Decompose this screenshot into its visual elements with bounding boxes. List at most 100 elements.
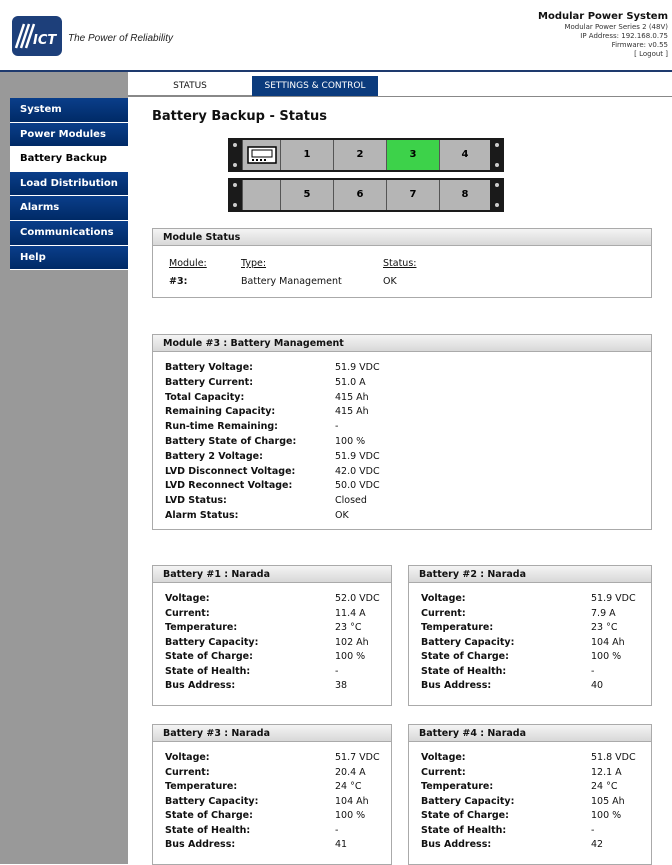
field-value: 100 % (335, 651, 366, 662)
field-label: Battery Capacity: (165, 795, 259, 807)
field-value: 51.7 VDC (335, 752, 380, 763)
tab-status[interactable]: STATUS (128, 76, 252, 96)
field-label: Remaining Capacity: (165, 406, 276, 418)
module-status-panel: Module Status Module: Type: Status: #3: … (152, 228, 652, 298)
shelf-ear-left (228, 178, 242, 212)
module-bay-5[interactable]: 5 (280, 180, 333, 210)
battery-3-panel: Battery #3 : Narada Voltage: 51.7 VDC Curr… (152, 724, 392, 865)
panel-title: Module #3 : Battery Management (153, 335, 651, 352)
field-label: Voltage: (165, 593, 210, 604)
panel-title: Battery #1 : Narada (153, 566, 391, 583)
field-label: Voltage: (421, 752, 466, 763)
field-value: 51.0 A (335, 376, 366, 388)
field-value: 51.8 VDC (591, 752, 636, 763)
field-value: 100 % (591, 810, 622, 821)
module-bay-2[interactable]: 2 (333, 140, 386, 170)
controller-bay[interactable] (242, 140, 280, 170)
field-label: State of Health: (421, 824, 507, 836)
field-label: Battery 2 Voltage: (165, 450, 263, 462)
sidebar-item-help[interactable]: Help (10, 245, 128, 271)
field-value: - (335, 421, 339, 433)
battery-1-panel: Battery #1 : Narada Voltage: 52.0 VDC Curr… (152, 565, 392, 706)
field-label: Temperature: (165, 622, 238, 633)
panel-title: Battery #3 : Narada (153, 725, 391, 742)
field-value: 23 °C (591, 622, 618, 633)
module-bay-3[interactable]: 3 (386, 140, 439, 170)
field-value: 40 (591, 680, 604, 691)
module-number: #3: (169, 276, 188, 287)
shelf-ear-right (490, 138, 504, 172)
field-label: State of Health: (165, 665, 251, 677)
module-bay-8[interactable]: 8 (439, 180, 490, 210)
field-value: - (591, 824, 595, 836)
field-label: Current: (165, 607, 210, 619)
status-header: Status: (383, 258, 417, 269)
field-label: Battery Capacity: (421, 636, 515, 648)
sidebar-item-load-distribution[interactable]: Load Distribution (10, 171, 128, 197)
field-value: 42 (591, 839, 604, 850)
field-label: State of Health: (421, 665, 507, 677)
panel-title: Battery #2 : Narada (409, 566, 651, 583)
field-label: State of Charge: (421, 810, 509, 821)
field-value: 104 Ah (335, 795, 369, 807)
field-value: 105 Ah (591, 795, 625, 807)
sidebar-item-battery-backup[interactable]: Battery Backup (10, 147, 128, 172)
field-value: 42.0 VDC (335, 465, 380, 477)
field-value: 51.9 VDC (591, 593, 636, 604)
field-label: Voltage: (421, 593, 466, 604)
field-label: Alarm Status: (165, 510, 239, 521)
logout-link[interactable]: [ Logout ] (538, 50, 668, 59)
shelf-top: 1 2 3 4 (228, 138, 504, 172)
field-label: Battery Voltage: (165, 362, 253, 373)
field-label: LVD Reconnect Voltage: (165, 480, 293, 492)
field-value: 41 (335, 839, 348, 850)
type-header: Type: (241, 258, 267, 269)
field-label: Current: (165, 766, 210, 778)
shelf-ear-right (490, 178, 504, 212)
module-type: Battery Management (241, 276, 342, 287)
module-bay-1[interactable]: 1 (280, 140, 333, 170)
battery-management-panel: Module #3 : Battery Management Battery V… (152, 334, 652, 530)
sidebar-item-system[interactable]: System (10, 98, 128, 123)
field-value: 38 (335, 680, 348, 691)
module-bay-6[interactable]: 6 (333, 180, 386, 210)
field-value: 100 % (335, 436, 366, 447)
field-value: 104 Ah (591, 636, 625, 648)
system-subtitle: Modular Power Series 2 (48V) (564, 23, 668, 31)
controller-icon (247, 146, 277, 164)
field-label: Bus Address: (421, 839, 492, 850)
field-label: Run-time Remaining: (165, 421, 278, 433)
sidebar-item-power-modules[interactable]: Power Modules (10, 122, 128, 148)
field-value: 50.0 VDC (335, 480, 380, 492)
tagline: The Power of Reliability (68, 33, 174, 44)
field-label: Total Capacity: (165, 391, 245, 403)
field-value: 20.4 A (335, 766, 366, 778)
field-label: LVD Disconnect Voltage: (165, 465, 296, 477)
sidebar-item-communications[interactable]: Communications (10, 220, 128, 246)
field-label: Temperature: (421, 781, 494, 792)
module-header: Module: (169, 258, 207, 269)
field-value: OK (335, 510, 349, 521)
field-label: State of Health: (165, 824, 251, 836)
field-value: 52.0 VDC (335, 593, 380, 604)
field-label: Battery Capacity: (421, 795, 515, 807)
field-value: - (591, 665, 595, 677)
sidebar-item-alarms[interactable]: Alarms (10, 196, 128, 221)
field-label: Current: (421, 766, 466, 778)
field-label: Bus Address: (165, 839, 236, 850)
field-label: Battery Capacity: (165, 636, 259, 648)
module-bay-4[interactable]: 4 (439, 140, 490, 170)
shelf-bottom: 5 6 7 8 (228, 178, 504, 212)
field-label: Bus Address: (165, 680, 236, 691)
tab-settings-control[interactable]: SETTINGS & CONTROL (252, 76, 378, 96)
shelf-ear-left (228, 138, 242, 172)
field-value: - (335, 665, 339, 677)
field-label: Temperature: (421, 622, 494, 633)
field-value: - (335, 824, 339, 836)
module-bay-7[interactable]: 7 (386, 180, 439, 210)
ip-address: IP Address: 192.168.0.75 (580, 32, 668, 40)
system-title: Modular Power System (538, 11, 668, 22)
field-label: State of Charge: (165, 651, 253, 662)
header: ICT The Power of Reliability Modular Pow… (0, 0, 672, 72)
empty-bay (242, 180, 280, 210)
